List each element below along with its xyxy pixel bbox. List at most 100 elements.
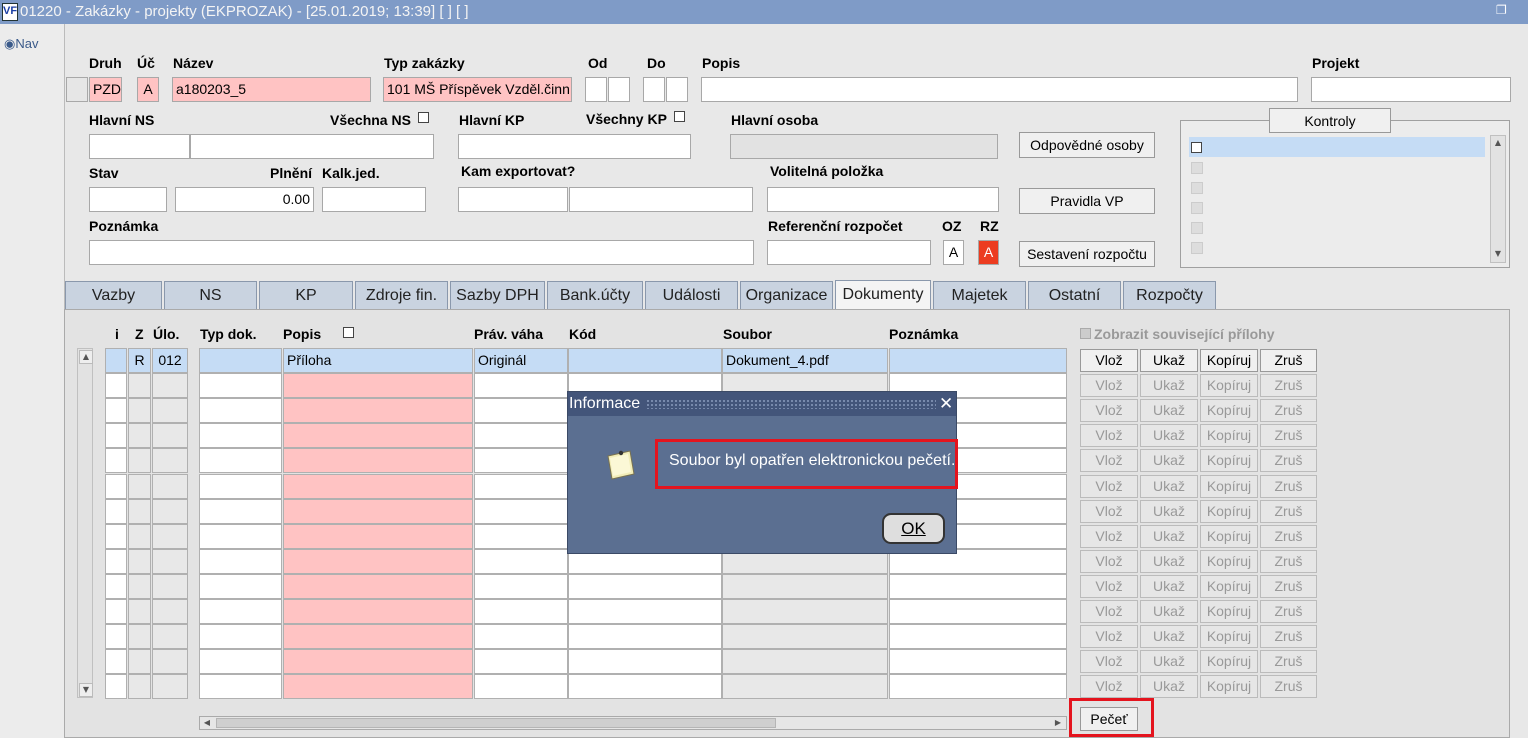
cell-i[interactable]	[105, 398, 127, 423]
kalk-jed-field[interactable]	[322, 187, 426, 212]
cell-ulo[interactable]	[152, 649, 188, 674]
cell-pozn[interactable]	[889, 599, 1067, 624]
uc-field[interactable]: A	[137, 77, 159, 102]
ok-button[interactable]: OK	[882, 513, 945, 544]
kopiruj-button[interactable]: Kopíruj	[1200, 349, 1258, 372]
cell-prav[interactable]	[474, 398, 568, 423]
tab-zdroje-fin[interactable]: Zdroje fin.	[355, 281, 448, 309]
cell-z[interactable]	[128, 499, 151, 524]
cell-ulo[interactable]	[152, 524, 188, 549]
cell-z[interactable]	[128, 423, 151, 448]
cell-popis[interactable]	[283, 549, 473, 574]
sestaveni-rozpoctu-button[interactable]: Sestavení rozpočtu	[1019, 241, 1155, 267]
tab-udalosti[interactable]: Události	[645, 281, 738, 309]
tab-sazby-dph[interactable]: Sazby DPH	[450, 281, 545, 309]
scroll-left-icon[interactable]: ◀	[201, 717, 213, 729]
cell-prav[interactable]	[474, 549, 568, 574]
popis-field[interactable]	[701, 77, 1298, 102]
zrus-button[interactable]: Zruš	[1260, 349, 1317, 372]
cell-typ[interactable]	[199, 499, 282, 524]
cell-i[interactable]	[105, 574, 127, 599]
kontroly-selected-row[interactable]	[1189, 137, 1485, 157]
cell-popis[interactable]	[283, 674, 473, 699]
cell-z[interactable]: R	[128, 348, 151, 373]
volitelna-polozka-field[interactable]	[767, 187, 999, 212]
cell-soubor[interactable]	[722, 574, 888, 599]
do-field-a[interactable]	[643, 77, 665, 102]
poznamka-field[interactable]	[89, 240, 754, 265]
tab-ns[interactable]: NS	[164, 281, 257, 309]
cell-soubor[interactable]	[722, 674, 888, 699]
cell-popis[interactable]	[283, 574, 473, 599]
tab-ostatni[interactable]: Ostatní	[1028, 281, 1121, 309]
stav-field[interactable]	[89, 187, 167, 212]
rz-field[interactable]: A	[978, 240, 999, 265]
cell-popis[interactable]	[283, 499, 473, 524]
cell-pozn[interactable]	[889, 674, 1067, 699]
cell-soubor[interactable]: Dokument_4.pdf	[722, 348, 888, 373]
cell-ulo[interactable]	[152, 674, 188, 699]
cell-pozn[interactable]	[889, 649, 1067, 674]
tab-organizace[interactable]: Organizace	[740, 281, 833, 309]
cell-prav[interactable]: Originál	[474, 348, 568, 373]
cell-soubor[interactable]	[722, 649, 888, 674]
scroll-thumb[interactable]	[216, 718, 776, 728]
popis-checkbox[interactable]	[343, 327, 354, 338]
referencni-rozpocet-field[interactable]	[767, 240, 931, 265]
cell-soubor[interactable]	[722, 624, 888, 649]
tab-vazby[interactable]: Vazby	[65, 281, 162, 309]
cell-ulo[interactable]: 012	[152, 348, 188, 373]
cell-z[interactable]	[128, 574, 151, 599]
od-field-b[interactable]	[608, 77, 630, 102]
do-field-b[interactable]	[666, 77, 688, 102]
cell-typ[interactable]	[199, 649, 282, 674]
cell-i[interactable]	[105, 448, 127, 473]
cell-pozn[interactable]	[889, 624, 1067, 649]
cell-kod[interactable]	[568, 649, 722, 674]
cell-i[interactable]	[105, 549, 127, 574]
cell-i[interactable]	[105, 373, 127, 398]
scroll-down-icon[interactable]: ▼	[1492, 248, 1504, 260]
cell-typ[interactable]	[199, 599, 282, 624]
cell-ulo[interactable]	[152, 624, 188, 649]
cell-prav[interactable]	[474, 499, 568, 524]
cell-popis[interactable]	[283, 398, 473, 423]
cell-soubor[interactable]	[722, 599, 888, 624]
vloz-button[interactable]: Vlož	[1080, 349, 1138, 372]
cell-ulo[interactable]	[152, 499, 188, 524]
cell-z[interactable]	[128, 474, 151, 499]
hlavni-ns-code-field[interactable]	[89, 134, 190, 159]
cell-typ[interactable]	[199, 373, 282, 398]
cell-i[interactable]	[105, 423, 127, 448]
cell-i[interactable]	[105, 499, 127, 524]
od-field-a[interactable]	[585, 77, 607, 102]
tab-bank-ucty[interactable]: Bank.účty	[547, 281, 643, 309]
cell-kod[interactable]	[568, 599, 722, 624]
cell-popis[interactable]: Příloha	[283, 348, 473, 373]
kam-exportovat-name-field[interactable]	[569, 187, 753, 212]
cell-i[interactable]	[105, 624, 127, 649]
nav-label[interactable]: ◉Nav	[4, 36, 38, 52]
cell-popis[interactable]	[283, 448, 473, 473]
vsechna-ns-checkbox[interactable]	[418, 112, 429, 123]
cell-popis[interactable]	[283, 373, 473, 398]
close-icon[interactable]: ✕	[939, 394, 953, 414]
cell-ulo[interactable]	[152, 599, 188, 624]
cell-prav[interactable]	[474, 373, 568, 398]
kontroly-button[interactable]: Kontroly	[1269, 108, 1391, 133]
kontrola-checkbox[interactable]	[1191, 142, 1202, 153]
scroll-right-icon[interactable]: ▶	[1052, 717, 1064, 729]
cell-kod[interactable]	[568, 574, 722, 599]
grid-vertical-scrollbar[interactable]: ▲ ▼	[77, 348, 93, 698]
cell-typ[interactable]	[199, 549, 282, 574]
cell-popis[interactable]	[283, 649, 473, 674]
plneni-field[interactable]: 0.00	[175, 187, 314, 212]
cell-typ[interactable]	[199, 574, 282, 599]
restore-icon[interactable]: ❐	[1496, 3, 1522, 19]
tab-kp[interactable]: KP	[259, 281, 353, 309]
cell-prav[interactable]	[474, 524, 568, 549]
cell-popis[interactable]	[283, 624, 473, 649]
cell-z[interactable]	[128, 599, 151, 624]
cell-kod[interactable]	[568, 674, 722, 699]
grid-horizontal-scrollbar[interactable]: ◀ ▶	[199, 716, 1067, 730]
